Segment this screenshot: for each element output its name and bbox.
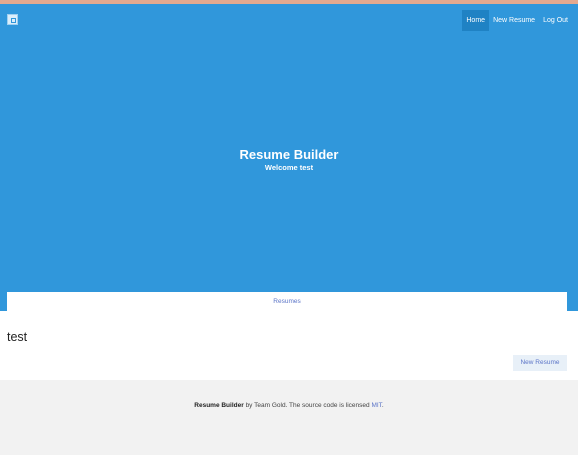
tab-resumes[interactable]: Resumes <box>7 292 567 311</box>
hero-subtitle: Welcome test <box>264 163 314 172</box>
nav-logout[interactable]: Log Out <box>539 10 572 31</box>
tab-bar: Resumes <box>7 292 567 311</box>
nav-new-resume[interactable]: New Resume <box>489 10 539 31</box>
hero-title: Resume Builder <box>239 147 339 162</box>
logo-inner <box>11 18 16 23</box>
logo-icon[interactable] <box>7 14 18 25</box>
page-heading: test <box>7 330 28 344</box>
footer-text-before: by Team Gold. The source code is license… <box>243 402 372 409</box>
new-resume-button[interactable]: New Resume <box>513 355 567 371</box>
mit-license-link[interactable]: MIT <box>371 402 381 409</box>
nav-home[interactable]: Home <box>462 10 490 31</box>
footer: Resume Builder by Team Gold. The source … <box>0 380 578 455</box>
top-nav: Home New Resume Log Out <box>462 10 572 31</box>
footer-text-after: . <box>381 402 384 409</box>
footer-text: Resume Builder by Team Gold. The source … <box>0 402 578 409</box>
footer-brand: Resume Builder <box>194 402 244 409</box>
